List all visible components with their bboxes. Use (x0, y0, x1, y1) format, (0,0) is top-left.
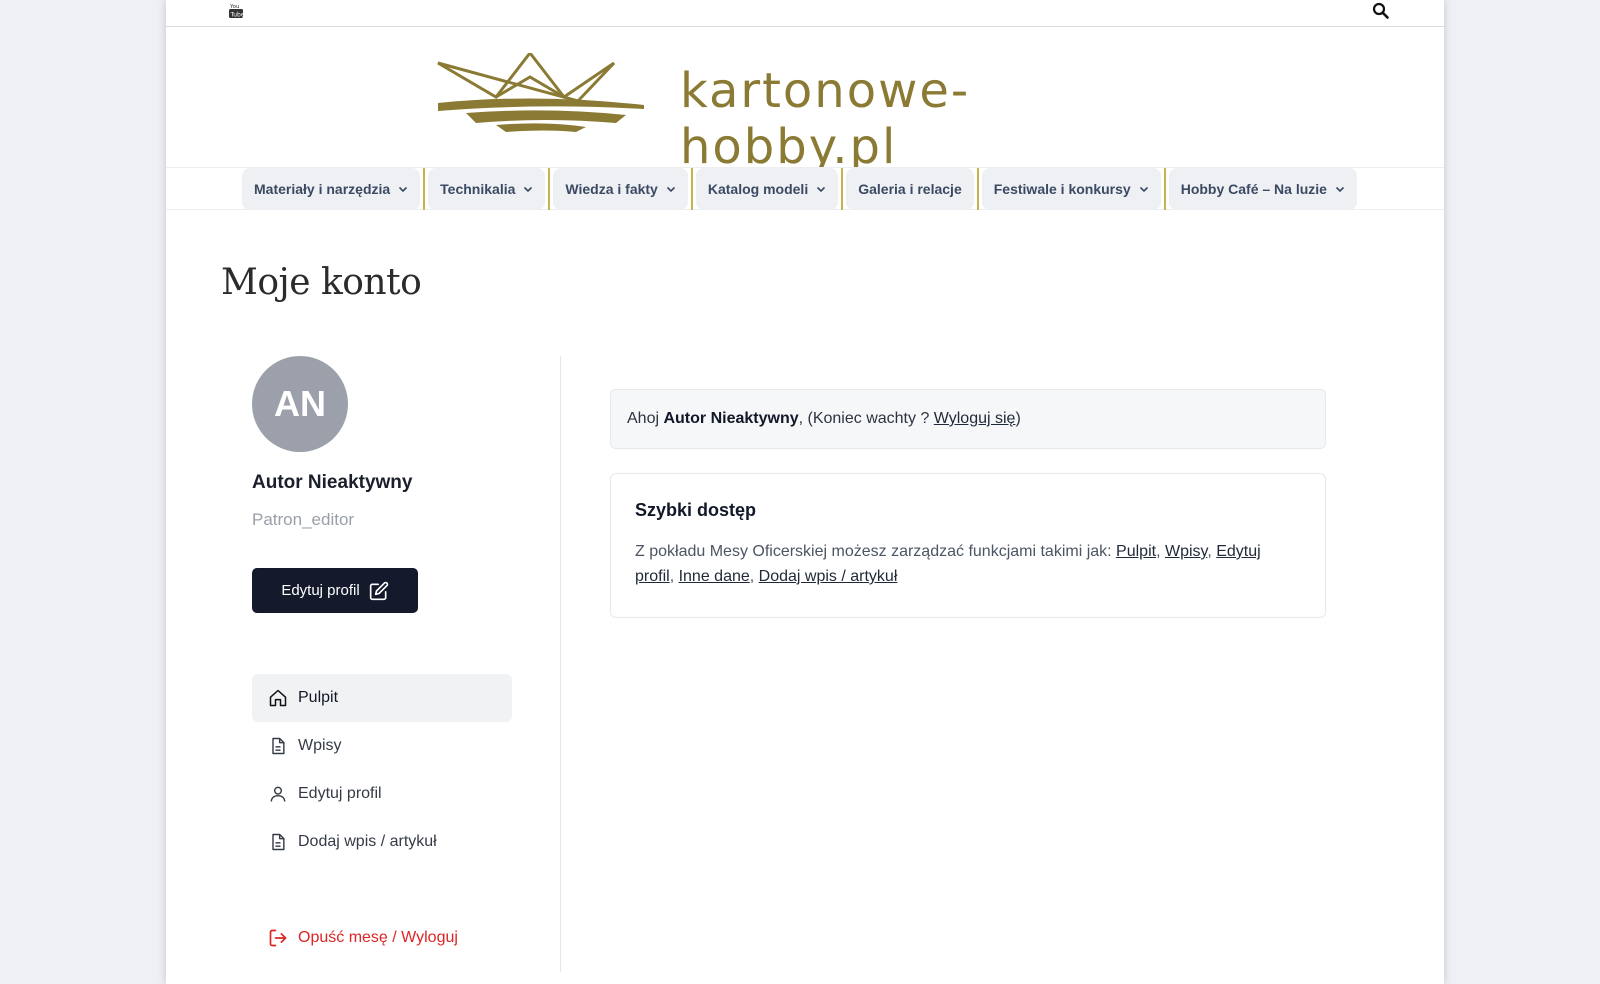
nav-separator (1163, 168, 1166, 210)
nav-item[interactable]: Technikalia (428, 168, 546, 210)
quick-link-other-data[interactable]: Inne dane (679, 568, 750, 585)
chevron-down-icon (666, 186, 675, 193)
nav-item[interactable]: Hobby Café – Na luzie (1168, 168, 1357, 210)
edit-profile-button-label: Edytuj profil (281, 582, 360, 599)
quick-link-add-post[interactable]: Dodaj wpis / artykuł (759, 568, 898, 585)
site-header: kartonowe-hobby.pl (166, 27, 1444, 175)
greeting-middle: , (Koniec wachty ? (798, 410, 934, 427)
document-icon (272, 737, 285, 755)
nav-item[interactable]: Materiały i narzędzia (242, 168, 421, 210)
paper-boat-icon (437, 53, 644, 132)
nav-item[interactable]: Festiwale i konkursy (981, 168, 1161, 210)
sidebar-divider (560, 356, 561, 972)
nav-item-label: Katalog modeli (707, 181, 809, 197)
greeting-prefix: Ahoj (627, 410, 664, 427)
logout-inline-link[interactable]: Wyloguj się (934, 410, 1016, 428)
nav-separator (423, 168, 426, 210)
greeting-suffix: ) (1015, 410, 1021, 427)
greeting-box: Ahoj Autor Nieaktywny , (Koniec wachty ?… (610, 389, 1326, 449)
svg-text:Tube: Tube (230, 12, 244, 19)
menu-item-edit-profile[interactable]: Edytuj profil (252, 770, 512, 818)
home-icon (269, 689, 287, 707)
quick-access-intro: Z pokładu Mesy Oficerskiej możesz zarząd… (635, 543, 1117, 560)
nav-item[interactable]: Galeria i relacje (846, 168, 974, 210)
youtube-icon[interactable]: You Tube (229, 2, 243, 18)
page-title: Moje konto (221, 262, 422, 303)
menu-item-add-post[interactable]: Dodaj wpis / artykuł (252, 818, 512, 866)
greeting-name: Autor Nieaktywny (663, 410, 799, 427)
quick-access-title: Szybki dostęp (635, 500, 757, 520)
site-name: kartonowe-hobby.pl (680, 63, 971, 175)
menu-item-wpisy[interactable]: Wpisy (252, 722, 512, 770)
nav-item-label: Wiedza i fakty (565, 181, 658, 197)
user-icon (270, 786, 286, 802)
logout-icon (269, 929, 287, 947)
nav-separator (690, 168, 693, 210)
menu-item-pulpit[interactable]: Pulpit (252, 674, 512, 722)
chevron-down-icon (524, 186, 533, 193)
avatar: AN (252, 356, 348, 452)
chevron-down-icon (399, 186, 408, 193)
main-navigation: Materiały i narzędzia Technikalia Wiedza i… (166, 167, 1444, 210)
quick-link-pulpit[interactable]: Pulpit (1116, 543, 1156, 560)
document-icon (272, 833, 285, 851)
quick-link-wpisy[interactable]: Wpisy (1165, 543, 1207, 560)
nav-item-label: Galeria i relacje (858, 181, 962, 197)
quick-access-text: Z pokładu Mesy Oficerskiej możesz zarząd… (635, 543, 1261, 585)
account-menu: Pulpit Wpisy Edytuj profil Dodaj wpis / … (252, 674, 512, 866)
nav-separator (841, 168, 844, 210)
site-logo[interactable]: kartonowe-hobby.pl (436, 47, 1181, 175)
nav-item-label: Festiwale i konkursy (993, 181, 1131, 197)
user-role: Patron_editor (252, 510, 355, 529)
logout-label: Opuść mesę / Wyloguj (298, 929, 458, 946)
nav-separator (976, 168, 979, 210)
menu-item-label: Wpisy (298, 737, 342, 754)
edit-icon (369, 581, 388, 600)
nav-menu: Materiały i narzędzia Technikalia Wiedza i… (242, 168, 1357, 210)
chevron-down-icon (1139, 186, 1148, 193)
user-name: Autor Nieaktywny (252, 472, 413, 493)
quick-access-box: Szybki dostęp Z pokładu Mesy Oficerskiej… (610, 473, 1326, 618)
nav-separator (548, 168, 551, 210)
menu-item-label: Edytuj profil (298, 785, 382, 802)
chevron-down-icon (1335, 186, 1345, 193)
chevron-down-icon (817, 186, 826, 193)
nav-item-label: Hobby Café – Na luzie (1180, 181, 1327, 197)
page-container: You Tube kartonowe-hobby.pl Materiały i … (166, 0, 1444, 984)
nav-item[interactable]: Wiedza i fakty (553, 168, 688, 210)
edit-profile-button[interactable]: Edytuj profil (252, 568, 418, 613)
search-icon[interactable] (1372, 2, 1390, 20)
menu-item-label: Pulpit (298, 689, 339, 706)
menu-item-label: Dodaj wpis / artykuł (298, 833, 437, 850)
nav-item-label: Technikalia (440, 181, 516, 197)
logout-link[interactable]: Opuść mesę / Wyloguj (268, 928, 458, 948)
top-bar: You Tube (166, 0, 1444, 27)
nav-item-label: Materiały i narzędzia (254, 181, 391, 197)
nav-item[interactable]: Katalog modeli (695, 168, 839, 210)
